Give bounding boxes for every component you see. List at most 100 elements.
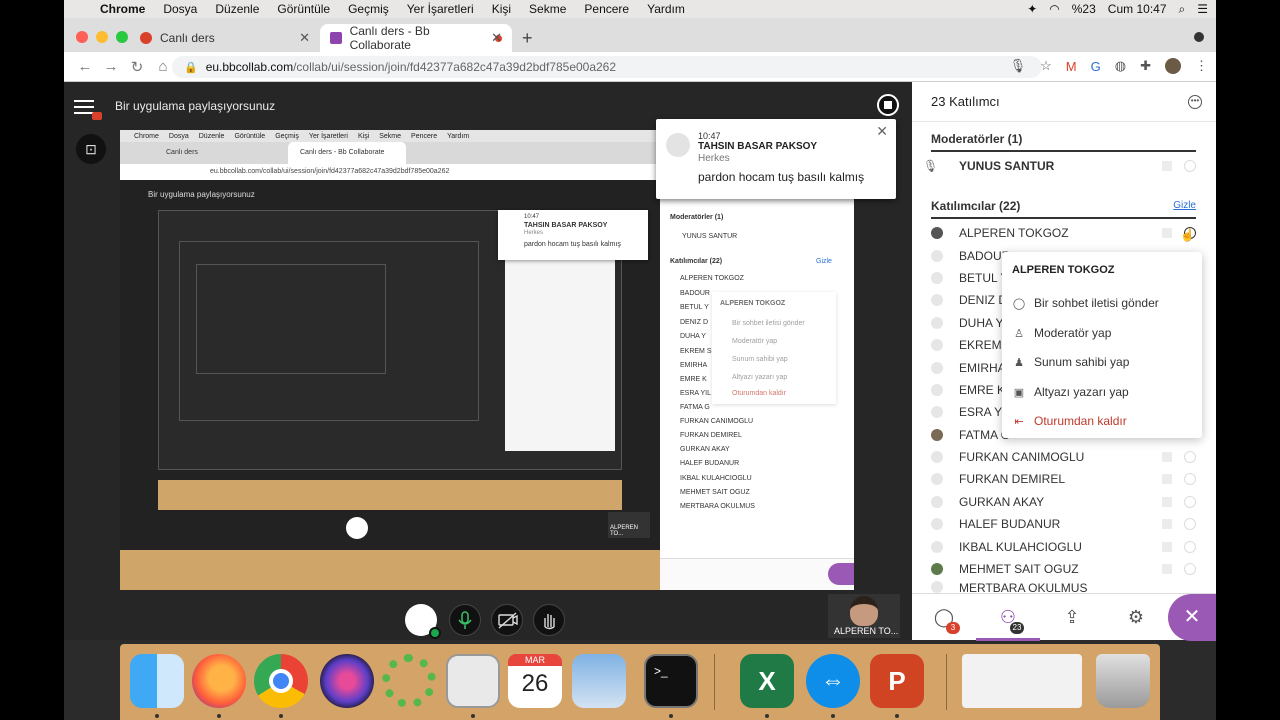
remove-from-session-menu-item[interactable]: ⇤ Oturumdan kaldır (1012, 411, 1126, 431)
session-menu-button[interactable] (68, 92, 104, 122)
minimized-window-thumbnail[interactable] (962, 654, 1082, 708)
teamviewer-icon[interactable]: ⇔ (806, 654, 860, 708)
loading-icon[interactable] (382, 654, 436, 708)
more-icon[interactable] (1184, 451, 1196, 463)
clock[interactable]: Cum 10:47 (1108, 2, 1167, 16)
participant-row[interactable]: FURKAN CANIMOGLU (931, 447, 1196, 467)
siri-icon[interactable] (320, 654, 374, 708)
battery-percent[interactable]: %23 (1072, 2, 1096, 16)
more-icon[interactable] (1184, 563, 1196, 575)
dropbox-icon[interactable]: ✦ (1027, 2, 1037, 16)
chat-icon[interactable] (1162, 519, 1172, 529)
menu-item[interactable]: Görüntüle (277, 2, 330, 16)
participant-row[interactable]: FURKAN DEMIREL (931, 469, 1196, 489)
excel-icon[interactable]: X (740, 654, 794, 708)
tab-canli-ders[interactable]: Canlı ders ✕ (130, 24, 320, 52)
menu-item[interactable]: Yardım (647, 2, 685, 16)
chat-icon[interactable] (1162, 452, 1172, 462)
nested-panel (505, 241, 615, 451)
reload-icon[interactable]: ↻ (124, 58, 150, 76)
menu-item[interactable]: Dosya (163, 2, 197, 16)
participant-row[interactable]: HALEF BUDANUR (931, 514, 1196, 534)
stop-share-button[interactable] (877, 94, 899, 116)
forward-icon[interactable]: → (98, 58, 124, 75)
more-icon[interactable] (1184, 473, 1196, 485)
raise-hand-button[interactable] (533, 604, 565, 636)
profile-avatar[interactable] (1165, 58, 1181, 74)
calendar-icon[interactable]: MAR 26 (508, 654, 562, 708)
close-panel-button[interactable]: ✕ (1168, 594, 1216, 641)
menu-item[interactable]: Düzenle (215, 2, 259, 16)
microphone-button[interactable] (449, 604, 481, 636)
chat-icon[interactable] (1162, 542, 1172, 552)
chat-icon[interactable] (1162, 474, 1172, 484)
send-chat-menu-item[interactable]: ◯ Bir sohbet iletisi gönder (1012, 293, 1159, 313)
make-captioner-menu-item[interactable]: ▣ Altyazı yazarı yap (1012, 382, 1129, 402)
menu-item[interactable]: Sekme (529, 2, 566, 16)
menu-item[interactable]: Kişi (492, 2, 511, 16)
camera-button[interactable] (491, 604, 523, 636)
terminal-icon[interactable]: >_ (644, 654, 698, 708)
share-content-tab[interactable]: ⇪ (1040, 594, 1104, 641)
tab-bb-collaborate[interactable]: Canlı ders - Bb Collaborate ✕ (320, 24, 512, 52)
more-icon[interactable] (1184, 496, 1196, 508)
wifi-icon[interactable]: ◠ (1049, 2, 1059, 16)
participant-row[interactable]: 🎙 YUNUS SANTUR (923, 156, 1196, 176)
avatar (931, 451, 943, 463)
spotlight-icon[interactable]: ⌕ (1179, 2, 1186, 17)
more-icon[interactable] (1184, 541, 1196, 553)
lock-icon[interactable]: 🔒 (184, 61, 198, 74)
make-moderator-menu-item[interactable]: ♙ Moderatör yap (1012, 323, 1111, 343)
chat-icon[interactable] (1162, 161, 1172, 171)
more-icon[interactable] (1184, 518, 1196, 530)
close-tab-icon[interactable]: ✕ (491, 30, 502, 46)
preview-icon[interactable] (446, 654, 500, 708)
chat-icon[interactable] (1162, 497, 1172, 507)
more-vert-icon[interactable]: ⋮ (1195, 58, 1208, 74)
control-center-icon[interactable]: ☰ (1197, 2, 1208, 16)
finder-icon[interactable] (130, 654, 184, 708)
self-camera-thumbnail[interactable]: ALPEREN TO... (828, 594, 900, 638)
close-tab-icon[interactable]: ✕ (299, 30, 310, 46)
chat-icon[interactable] (1162, 564, 1172, 574)
participant-row[interactable]: ALPEREN TOKGOZ (931, 223, 1196, 243)
menu-item[interactable]: Geçmiş (348, 2, 389, 16)
my-status-button[interactable] (405, 604, 441, 639)
extension-icon[interactable]: ◍ (1115, 58, 1126, 74)
gmail-icon[interactable]: M (1066, 59, 1077, 74)
menu-item[interactable]: Yer İşaretleri (407, 2, 474, 16)
participant-row[interactable]: GURKAN AKAY (931, 492, 1196, 512)
tab-search-icon[interactable] (1194, 32, 1204, 42)
menu-app[interactable]: Chrome (100, 2, 145, 16)
more-options-icon[interactable]: ••• (1188, 95, 1202, 109)
menu-item[interactable]: Pencere (584, 2, 629, 16)
more-icon[interactable] (1184, 160, 1196, 172)
chat-notification[interactable]: 10:47 TAHSIN BASAR PAKSOY Herkes pardon … (656, 119, 896, 199)
chrome-icon[interactable] (254, 654, 308, 708)
firefox-icon[interactable] (192, 654, 246, 708)
participants-tab[interactable]: ⚇ 23 (976, 594, 1040, 641)
image-capture-icon[interactable] (572, 654, 626, 708)
back-icon[interactable]: ← (72, 58, 98, 75)
close-icon[interactable]: ✕ (876, 123, 888, 140)
participant-row[interactable]: MERTBARA OKULMUS (931, 581, 1196, 593)
chat-icon[interactable] (1162, 228, 1172, 238)
star-icon[interactable]: ☆ (1040, 58, 1052, 74)
address-bar[interactable]: 🔒 eu.bbcollab.com/collab/ui/session/join… (172, 56, 1042, 78)
new-tab-icon[interactable]: + (522, 28, 533, 49)
zoom-icon[interactable]: ⊡ (76, 134, 106, 164)
microphone-icon[interactable]: 🎙 (1010, 58, 1027, 74)
participant-row[interactable]: IKBAL KULAHCIOGLU (931, 537, 1196, 557)
trash-icon[interactable] (1096, 654, 1150, 708)
translate-icon[interactable]: G (1091, 59, 1101, 74)
puzzle-icon[interactable]: ✚ (1140, 58, 1151, 74)
settings-tab[interactable]: ⚙ (1104, 594, 1168, 641)
make-presenter-menu-item[interactable]: ♟ Sunum sahibi yap (1012, 352, 1129, 372)
hide-link[interactable]: Gizle (1173, 200, 1196, 211)
minimize-window-icon[interactable] (96, 31, 108, 43)
zoom-window-icon[interactable] (116, 31, 128, 43)
participant-row[interactable]: MEHMET SAIT OGUZ (931, 559, 1196, 579)
chat-tab[interactable]: ◯ 3 (912, 594, 976, 641)
powerpoint-icon[interactable]: P (870, 654, 924, 708)
close-window-icon[interactable] (76, 31, 88, 43)
